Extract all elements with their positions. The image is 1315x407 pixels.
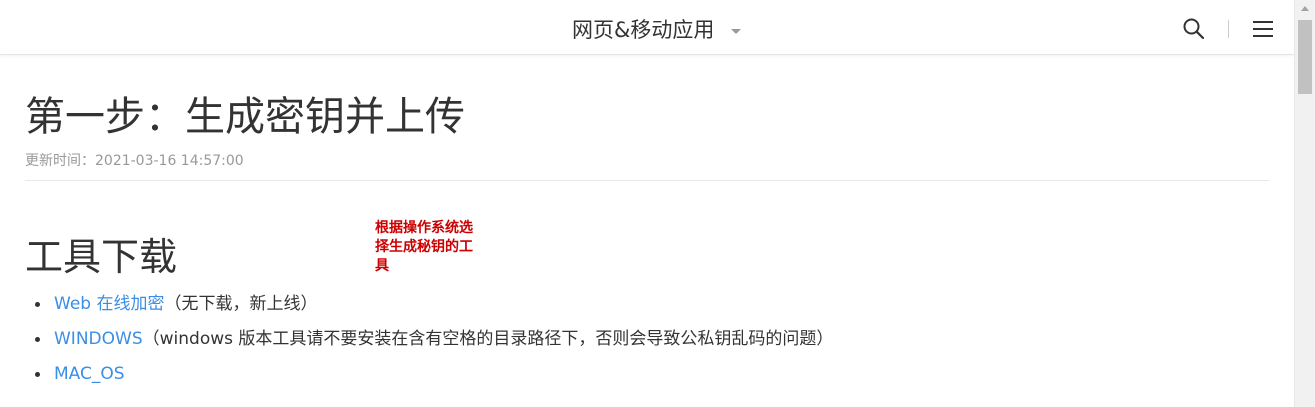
page-title: 第一步：生成密钥并上传 (25, 94, 465, 140)
scroll-up-arrow-icon[interactable] (1301, 6, 1309, 11)
list-item: WINDOWS（windows 版本工具请不要安装在含有空格的目录路径下，否则会… (25, 327, 833, 362)
bullet-icon (35, 372, 40, 377)
chevron-down-icon[interactable] (731, 29, 741, 34)
updated-time: 更新时间：2021-03-16 14:57:00 (25, 153, 244, 169)
top-nav-bar: 网页&移动应用 (0, 0, 1294, 55)
list-item: Web 在线加密（无下载，新上线） (25, 292, 833, 327)
link-windows[interactable]: WINDOWS (54, 329, 143, 349)
link-mac-os[interactable]: MAC_OS (54, 364, 125, 384)
download-list: Web 在线加密（无下载，新上线） WINDOWS（windows 版本工具请不… (25, 292, 833, 397)
bullet-icon (35, 337, 40, 342)
section-title-tool-download: 工具下载 (25, 235, 178, 279)
list-item-note: （windows 版本工具请不要安装在含有空格的目录路径下，否则会导致公私钥乱码… (142, 329, 834, 349)
list-item: MAC_OS (25, 362, 833, 397)
scrollbar-thumb[interactable] (1298, 20, 1312, 94)
link-web-online-encrypt[interactable]: Web 在线加密 (54, 294, 164, 314)
annotation-note: 根据操作系统选择生成秘钥的工具 (375, 220, 473, 274)
product-switcher[interactable]: 网页&移动应用 (572, 14, 714, 44)
vertical-scrollbar[interactable] (1294, 0, 1315, 407)
title-divider (25, 180, 1269, 181)
hamburger-menu-icon[interactable] (1252, 18, 1274, 40)
list-item-note: （无下载，新上线） (164, 294, 318, 314)
search-icon[interactable] (1182, 17, 1206, 41)
header-divider (1228, 20, 1229, 38)
bullet-icon (35, 302, 40, 307)
